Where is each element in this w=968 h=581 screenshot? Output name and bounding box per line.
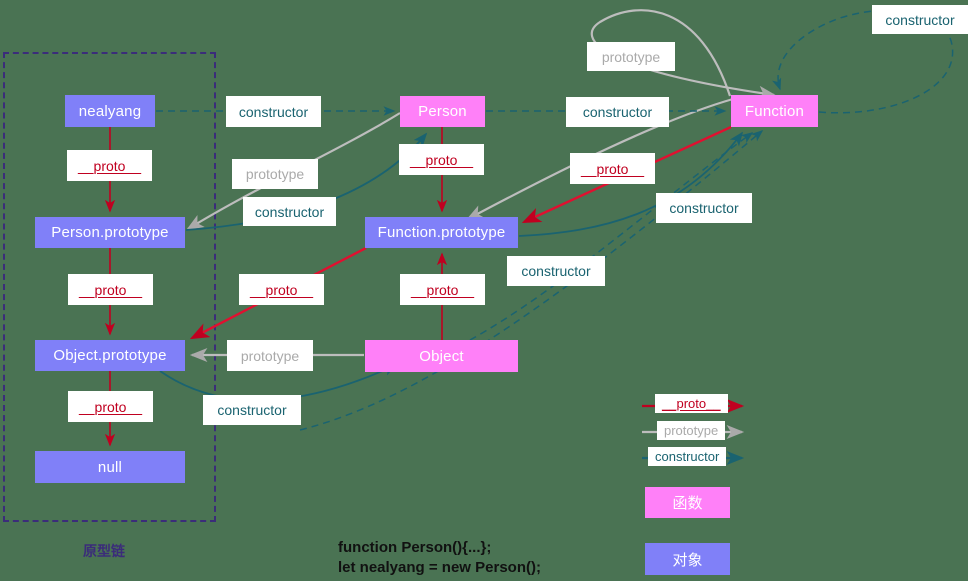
edge-label-constructor: constructor xyxy=(226,96,321,127)
edge-label-constructor: constructor xyxy=(656,193,752,223)
legend-box-label: 函数 xyxy=(672,495,703,512)
node-nealyang[interactable]: nealyang xyxy=(65,95,155,127)
edge-label-proto: __proto__ xyxy=(570,153,655,184)
prototype-chain-caption: 原型链 xyxy=(83,543,125,559)
node-label: null xyxy=(97,458,123,476)
legend-label-proto: __proto__ xyxy=(655,394,728,413)
node-label: Person xyxy=(418,103,467,120)
edge-label-proto: __proto__ xyxy=(400,274,485,305)
node-label: nealyang xyxy=(78,102,142,120)
edge-label-constructor: constructor xyxy=(203,395,301,425)
code-snippet-caption: function Person(){...}; let nealyang = n… xyxy=(338,539,541,576)
node-object-prototype[interactable]: Object.prototype xyxy=(35,340,185,371)
legend-box-label: 对象 xyxy=(672,551,703,569)
edge-label-prototype: prototype xyxy=(587,42,675,71)
legend-label-prototype: prototype xyxy=(657,421,726,440)
node-person[interactable]: Person xyxy=(400,96,485,127)
edge-label-proto: __proto__ xyxy=(67,150,152,181)
node-person-prototype[interactable]: Person.prototype xyxy=(35,217,185,248)
node-label: Person.prototype xyxy=(51,224,169,241)
diagram-canvas: nealyang Person Function Person.prototyp… xyxy=(0,0,968,581)
edge-label-proto: __proto__ xyxy=(239,274,324,305)
legend-row-prototype: prototype xyxy=(657,421,726,440)
node-function-prototype[interactable]: Function.prototype xyxy=(365,217,518,248)
node-label: Object.prototype xyxy=(53,347,167,364)
edge-label-proto: __proto__ xyxy=(68,274,153,305)
edge-label-prototype: prototype xyxy=(232,159,318,189)
node-object[interactable]: Object xyxy=(365,340,518,372)
node-label: Object xyxy=(419,347,464,365)
legend-box-object: 对象 xyxy=(645,543,730,575)
legend-row-proto: __proto__ xyxy=(655,394,728,413)
legend-row-constructor: constructor xyxy=(648,447,727,466)
edge-label-proto: __proto__ xyxy=(399,144,484,175)
edge-label-constructor: constructor xyxy=(872,5,968,34)
edge-label-constructor: constructor xyxy=(243,197,336,226)
node-null[interactable]: null xyxy=(35,451,185,483)
edge-label-proto: __proto__ xyxy=(68,391,153,422)
legend-box-function: 函数 xyxy=(645,487,730,518)
edge-label-constructor: constructor xyxy=(507,256,605,286)
edge-label-prototype: prototype xyxy=(227,340,313,371)
node-label: Function.prototype xyxy=(377,224,506,241)
edge-label-constructor: constructor xyxy=(566,97,669,127)
node-function[interactable]: Function xyxy=(731,95,818,127)
legend-label-constructor: constructor xyxy=(648,447,727,466)
node-label: Function xyxy=(744,102,805,120)
